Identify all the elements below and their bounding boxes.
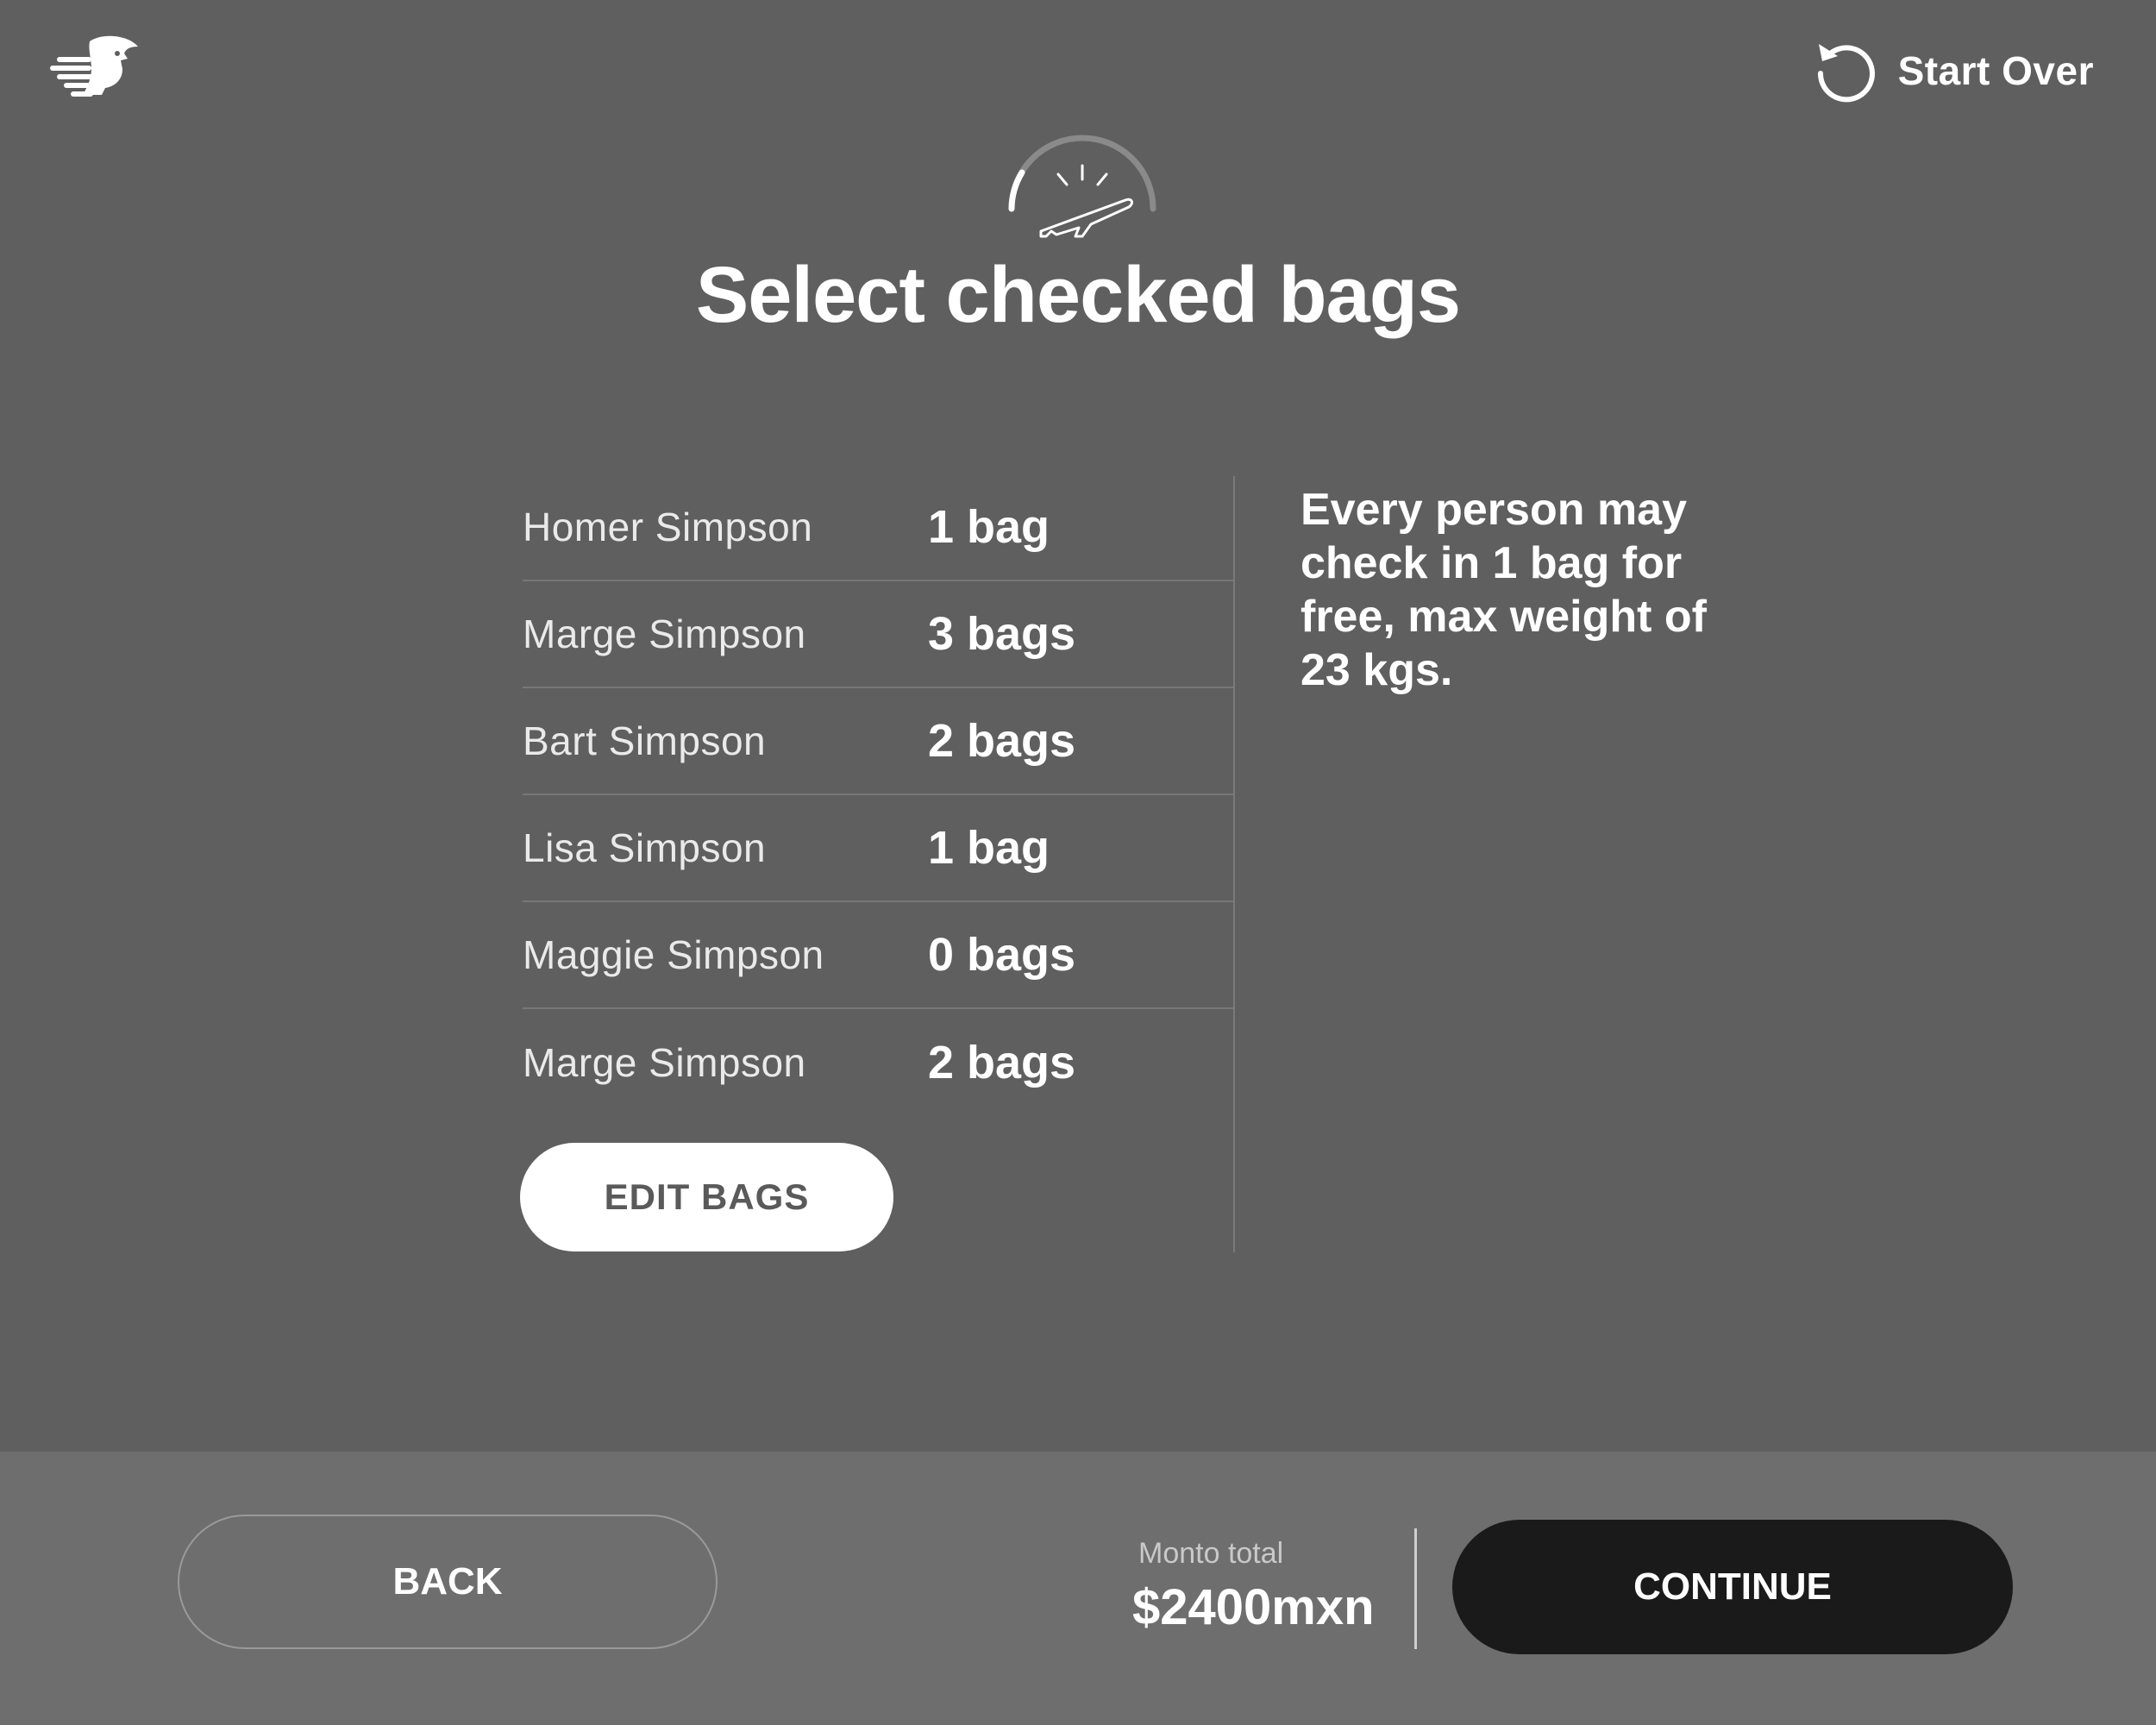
total-label: Monto total	[1138, 1537, 1284, 1570]
passenger-name: Marge Simpson	[523, 1040, 806, 1085]
bag-list: Homer Simpson 1 bag Marge Simpson 3 bags…	[523, 474, 1234, 1116]
continue-button[interactable]: CONTINUE	[1452, 1520, 2013, 1654]
passenger-name: Bart Simpson	[523, 718, 767, 763]
bag-row: Lisa Simpson 1 bag	[523, 795, 1234, 902]
total-amount: $2400mxn	[1132, 1579, 1375, 1635]
plane-takeoff-progress-icon	[996, 129, 1169, 242]
bag-row: Maggie Simpson 0 bags	[523, 902, 1234, 1009]
bag-row: Bart Simpson 2 bags	[523, 688, 1234, 795]
passenger-name: Homer Simpson	[523, 505, 813, 549]
bag-count: 1 bag	[928, 822, 1050, 874]
start-over-button[interactable]: Start Over	[1812, 36, 2094, 105]
start-over-label: Start Over	[1897, 48, 2094, 93]
passenger-name: Marge Simpson	[523, 612, 806, 656]
back-button[interactable]: BACK	[178, 1515, 718, 1649]
restart-icon	[1817, 44, 1875, 103]
passenger-name: Lisa Simpson	[523, 825, 767, 870]
bag-count: 3 bags	[928, 608, 1076, 660]
page-title: Select checked bags	[695, 251, 1461, 339]
bag-count: 1 bag	[928, 501, 1050, 553]
passenger-name: Maggie Simpson	[523, 932, 824, 977]
bag-count: 2 bags	[928, 715, 1076, 767]
bag-row: Homer Simpson 1 bag	[523, 474, 1234, 581]
free-bag-info: Every person may check in 1 bag for free…	[1300, 485, 1707, 695]
edit-bags-button[interactable]: EDIT BAGS	[520, 1143, 893, 1251]
bag-row: Marge Simpson 3 bags	[523, 581, 1234, 688]
eagle-logo-icon	[48, 34, 140, 105]
bag-row: Marge Simpson 2 bags	[523, 1009, 1234, 1116]
footer-divider	[1414, 1528, 1417, 1649]
bag-count: 2 bags	[928, 1037, 1076, 1088]
bag-count: 0 bags	[928, 929, 1076, 981]
vertical-divider	[1233, 476, 1235, 1252]
